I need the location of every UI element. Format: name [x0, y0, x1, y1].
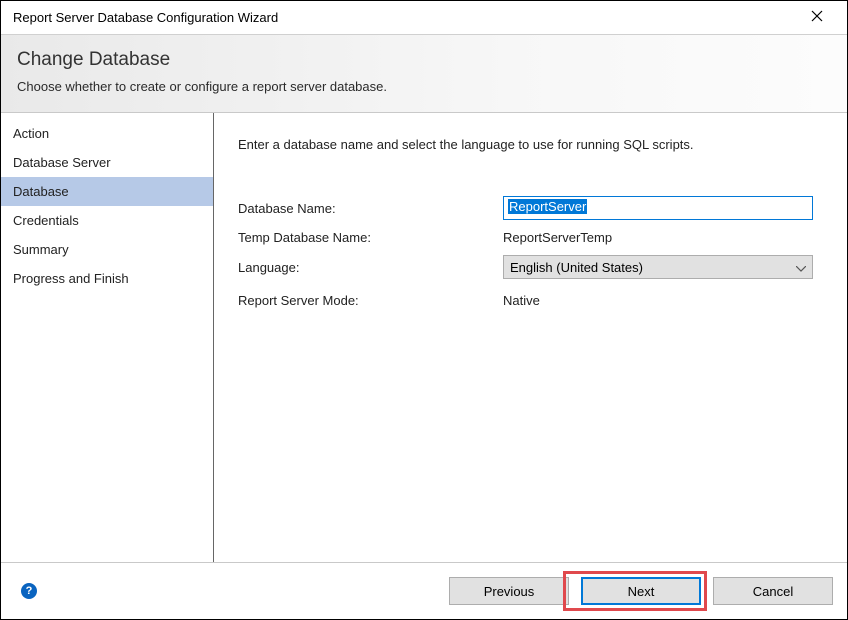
help-icon[interactable]: ?: [21, 583, 37, 599]
sidebar-item-credentials[interactable]: Credentials: [1, 206, 213, 235]
content-pane: Enter a database name and select the lan…: [214, 113, 847, 562]
row-temp-database-name: Temp Database Name: ReportServerTemp: [238, 230, 823, 245]
titlebar: Report Server Database Configuration Wiz…: [1, 1, 847, 35]
wizard-window: Report Server Database Configuration Wiz…: [0, 0, 848, 620]
sidebar-item-summary[interactable]: Summary: [1, 235, 213, 264]
sidebar: Action Database Server Database Credenti…: [1, 113, 214, 562]
label-temp-database-name: Temp Database Name:: [238, 230, 503, 245]
footer: ? Previous Next Cancel: [1, 562, 847, 619]
database-name-value: ReportServer: [508, 199, 587, 214]
chevron-down-icon: [796, 260, 806, 275]
sidebar-item-label: Action: [13, 126, 49, 141]
language-selected-value: English (United States): [510, 260, 643, 275]
row-language: Language: English (United States): [238, 255, 823, 279]
window-title: Report Server Database Configuration Wiz…: [13, 10, 278, 25]
label-language: Language:: [238, 260, 503, 275]
instruction-text: Enter a database name and select the lan…: [238, 137, 823, 152]
close-button[interactable]: [797, 4, 837, 32]
temp-database-name-value: ReportServerTemp: [503, 230, 823, 245]
language-select[interactable]: English (United States): [503, 255, 813, 279]
mode-value: Native: [503, 293, 823, 308]
sidebar-item-label: Database: [13, 184, 69, 199]
page-subtitle: Choose whether to create or configure a …: [17, 79, 831, 94]
next-button[interactable]: Next: [581, 577, 701, 605]
close-icon: [811, 10, 823, 25]
cancel-button[interactable]: Cancel: [713, 577, 833, 605]
label-database-name: Database Name:: [238, 201, 503, 216]
sidebar-item-database[interactable]: Database: [1, 177, 213, 206]
sidebar-item-label: Summary: [13, 242, 69, 257]
sidebar-item-action[interactable]: Action: [1, 119, 213, 148]
header: Change Database Choose whether to create…: [1, 35, 847, 113]
sidebar-item-progress-finish[interactable]: Progress and Finish: [1, 264, 213, 293]
next-highlight: Next: [569, 577, 701, 605]
label-mode: Report Server Mode:: [238, 293, 503, 308]
sidebar-item-label: Credentials: [13, 213, 79, 228]
database-name-input[interactable]: ReportServer: [503, 196, 813, 220]
row-mode: Report Server Mode: Native: [238, 293, 823, 308]
wizard-body: Action Database Server Database Credenti…: [1, 113, 847, 562]
sidebar-item-label: Database Server: [13, 155, 111, 170]
sidebar-item-label: Progress and Finish: [13, 271, 129, 286]
row-database-name: Database Name: ReportServer: [238, 196, 823, 220]
page-title: Change Database: [17, 49, 831, 71]
sidebar-item-database-server[interactable]: Database Server: [1, 148, 213, 177]
previous-button[interactable]: Previous: [449, 577, 569, 605]
